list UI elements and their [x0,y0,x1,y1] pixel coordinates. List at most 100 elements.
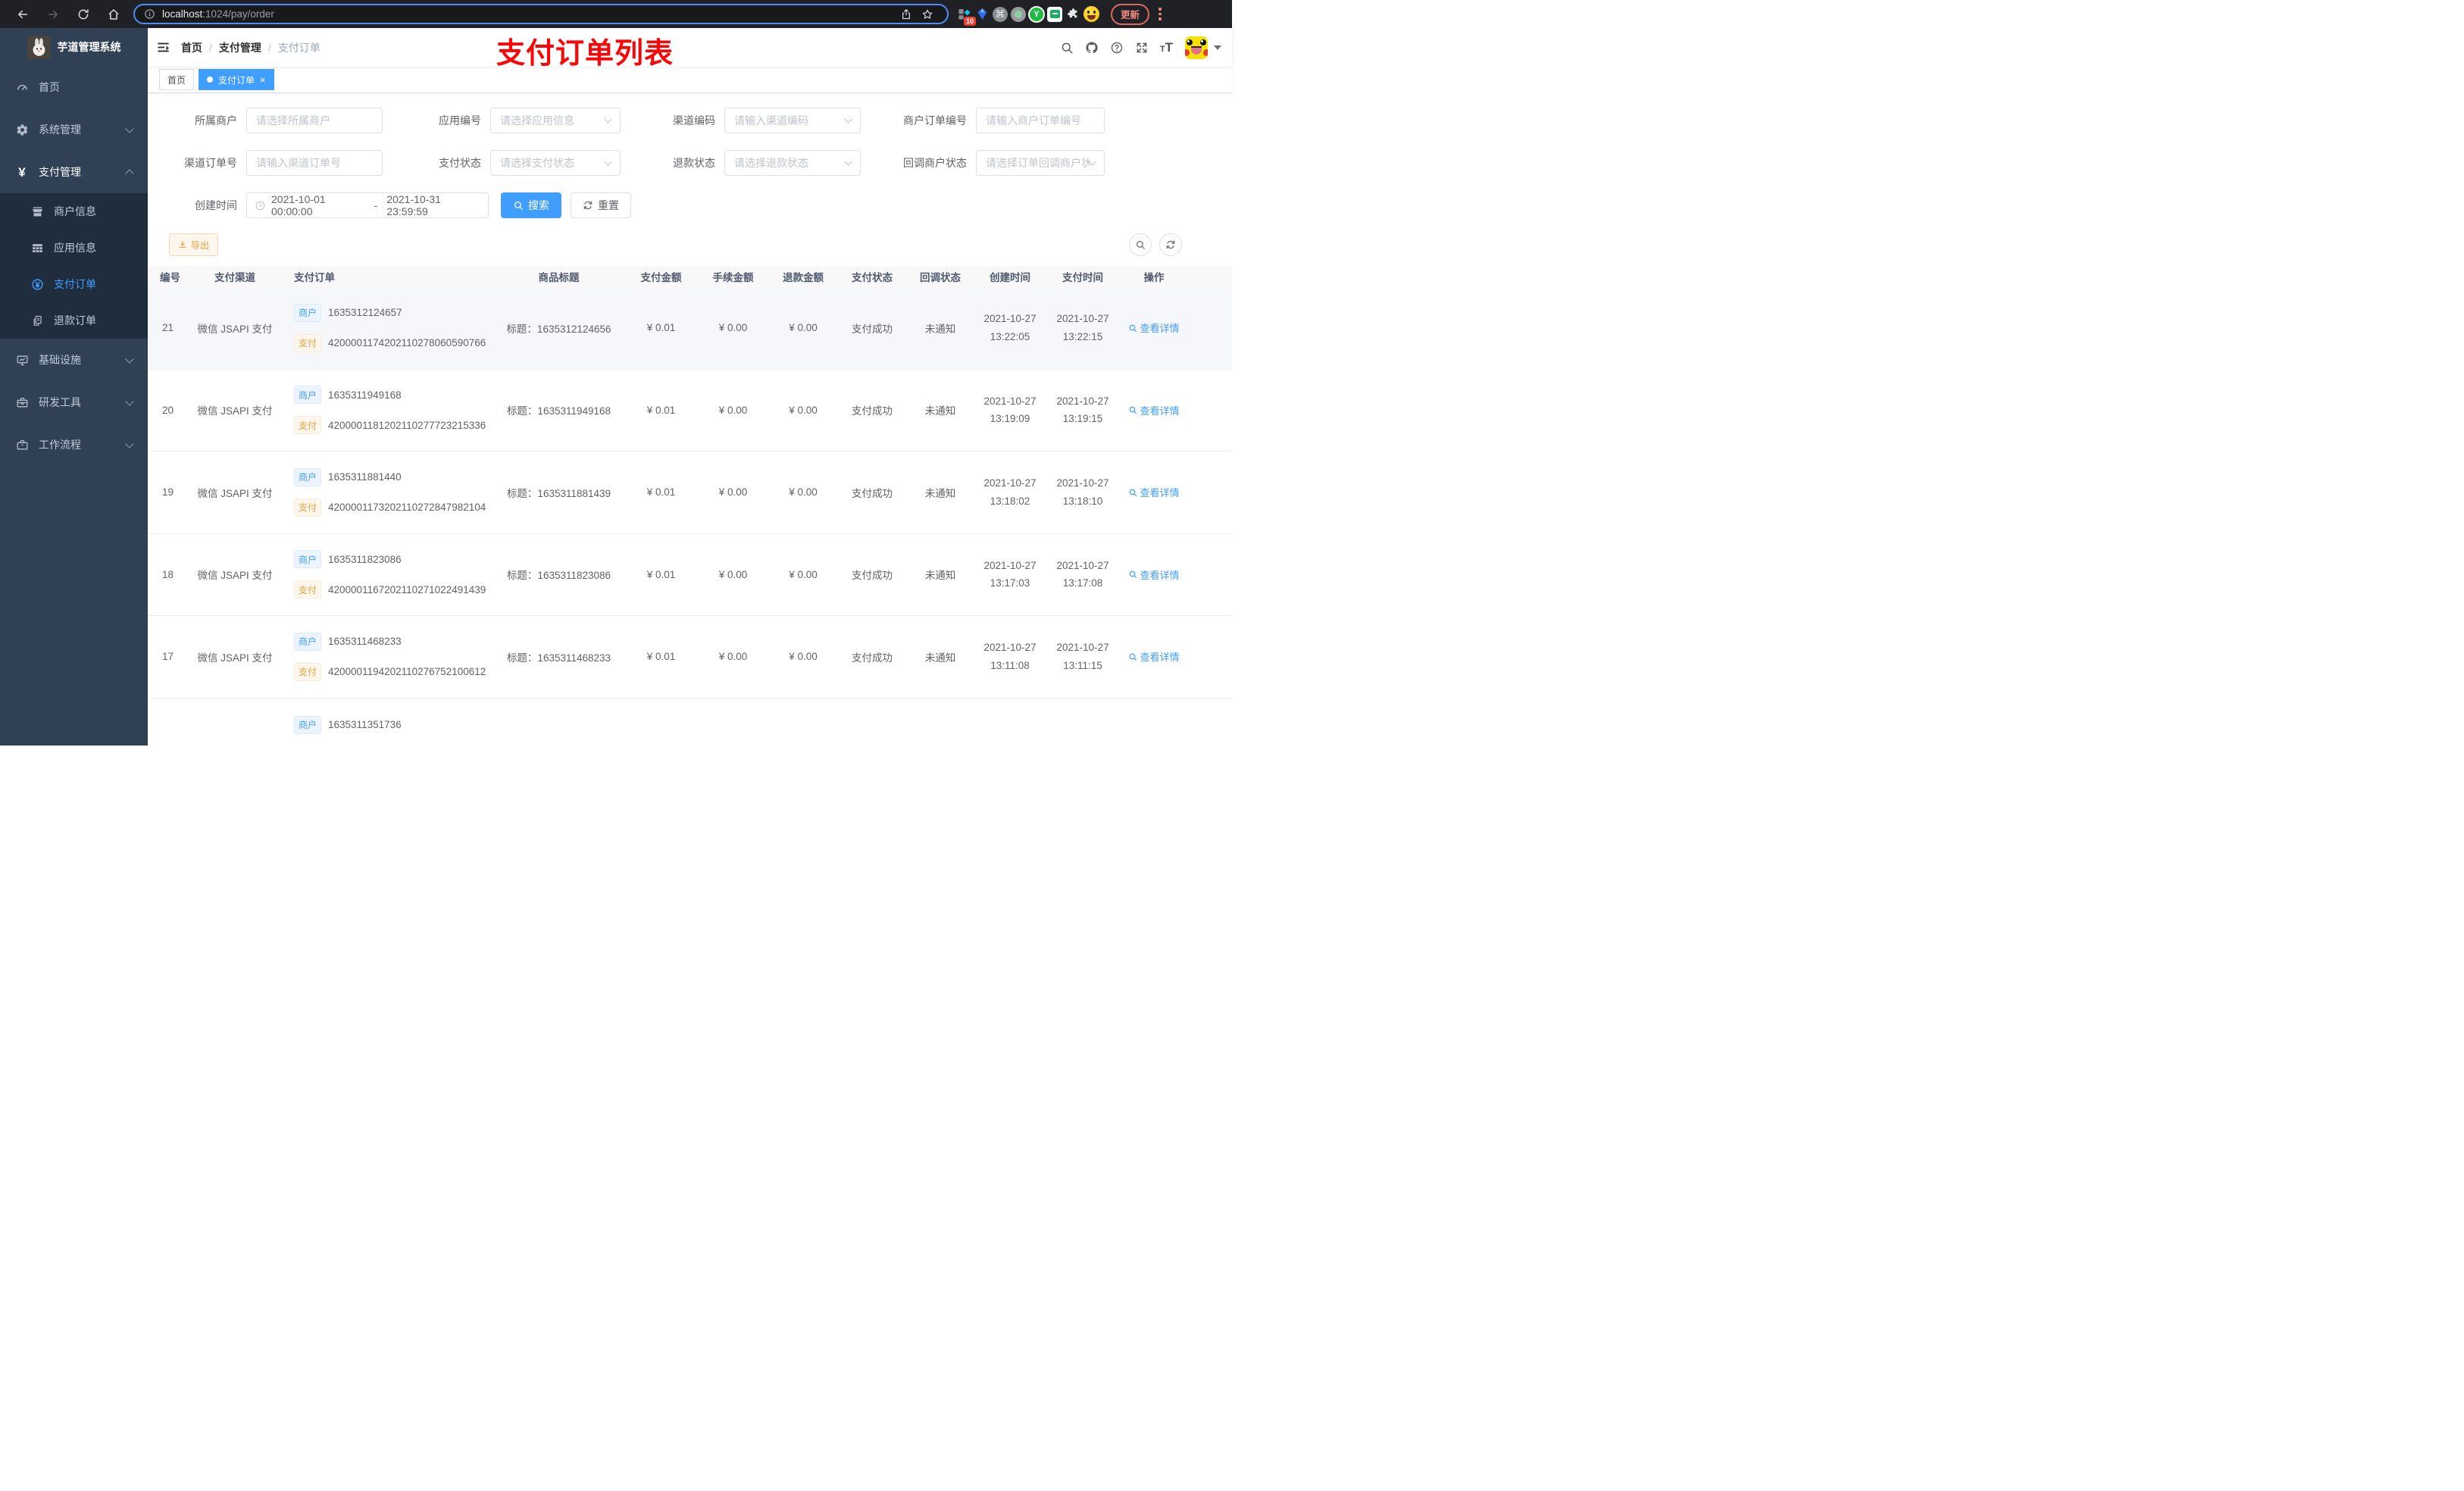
cell-status: 支付成功 [852,652,893,664]
date-start: 2021-10-01 00:00:00 [271,193,326,217]
column-header-编号: 编号 [160,272,180,283]
cell-fee [697,699,769,716]
info-icon[interactable] [144,8,155,20]
search-icon[interactable] [1054,28,1079,67]
ext-avatar-smiley-icon[interactable] [1082,5,1100,24]
filter-group: 支付状态 请选择支付状态 [398,150,621,176]
close-tab-icon[interactable]: × [260,75,266,85]
sidebar-item-商户信息[interactable]: 商户信息 [0,193,148,230]
browser-menu-icon[interactable] [1159,8,1162,20]
search-button[interactable]: 搜索 [501,192,561,218]
view-detail-link[interactable]: 查看详情 [1128,649,1180,664]
filter-select-支付状态[interactable]: 请选择支付状态 [490,150,621,176]
table-row: 17 微信 JSAPI 支付 商户 1635311468233 支付 4200001194… [148,616,1232,699]
cell-title: 标题：1635312124656 [506,323,611,335]
chevron-up-icon [125,168,134,178]
github-icon[interactable] [1079,28,1104,67]
reload-icon[interactable] [68,2,98,27]
create-time-range-input[interactable]: 2021-10-01 00:00:00 - 2021-10-31 23:59:5… [246,192,489,218]
filter-select-应用编号[interactable]: 请选择应用信息 [490,108,621,133]
pay-tag: 支付 [294,416,322,435]
ext-y-icon[interactable]: Y [1027,5,1046,24]
ext-gem-icon[interactable] [973,5,991,24]
cell-action [1119,699,1189,716]
back-icon[interactable] [8,2,38,27]
filter-input-渠道订单号[interactable]: 请输入渠道订单号 [246,150,383,176]
refresh-table-button[interactable] [1159,233,1182,256]
fullscreen-icon[interactable] [1129,28,1154,67]
clock-icon [255,201,265,210]
view-detail-link[interactable]: 查看详情 [1128,567,1180,582]
tab-home[interactable]: 首页 [159,69,195,90]
cell-notify: 未通知 [924,652,956,664]
pay-order-no: 4200001194202110276752100612 [328,666,486,678]
view-detail-link[interactable]: 查看详情 [1128,485,1180,499]
font-size-icon[interactable]: TT [1154,28,1179,67]
url-bar[interactable]: localhost:1024/pay/order [133,4,949,24]
sidebar-item-支付订单[interactable]: 支付订单 [0,266,148,302]
sidebar-item-系统管理[interactable]: 系统管理 [0,108,148,151]
merchant-tag: 商户 [294,303,322,322]
merchant-tag: 商户 [294,632,322,651]
sidebar-item-基础设施[interactable]: 基础设施 [0,339,148,381]
filter-group: 渠道订单号 请输入渠道订单号 [169,150,383,176]
page-content: 所属商户 请选择所属商户 应用编号 请选择应用信息 渠道编码 请输入渠道编码 商户订单编号请… [148,93,1232,746]
ext-chat-icon[interactable] [1046,5,1064,24]
forward-icon[interactable] [38,2,68,27]
column-header-创建时间: 创建时间 [990,272,1030,283]
ext-record-icon[interactable] [1009,5,1027,24]
export-button[interactable]: 导出 [169,233,219,256]
ext-puzzle-icon[interactable] [1064,5,1082,24]
cell-paid-time: 2021-10-27 13:18:10 [1056,477,1109,507]
cell-paid-time: 2021-10-27 13:17:08 [1056,559,1109,589]
bookmark-star-icon[interactable] [917,5,938,23]
yen-circle-icon [30,277,44,291]
sidebar-item-应用信息[interactable]: 应用信息 [0,230,148,266]
user-avatar[interactable] [1185,36,1208,59]
placeholder-text: 请输入渠道订单号 [256,157,341,169]
sidebar-item-工作流程[interactable]: 工作流程 [0,424,148,466]
cell-id: 19 [161,486,174,499]
app-logo[interactable]: 芋道管理系统 [0,28,148,66]
filter-group: 所属商户 请选择所属商户 [169,108,383,133]
pay-order-no: 4200001167202110271022491439 [328,583,486,595]
merchant-order-no: 1635311468233 [328,636,402,648]
sidebar-item-label: 应用信息 [54,242,96,254]
column-header-支付渠道: 支付渠道 [214,272,255,283]
search-button-icon [514,201,523,210]
show-search-toggle-button[interactable] [1129,233,1152,256]
sidebar-item-label: 支付管理 [39,166,81,178]
reset-button[interactable]: 重置 [571,192,631,218]
pay-tag: 支付 [294,498,322,517]
ext-tabs-icon[interactable]: 10 [955,5,976,26]
browser-chrome: localhost:1024/pay/order 10 ⌘ Y 更新 [0,0,1232,28]
url-text: localhost:1024/pay/order [162,8,274,20]
tab-pay-order[interactable]: 支付订单 × [199,69,274,90]
column-header-支付状态: 支付状态 [852,272,893,283]
sidebar-item-退款订单[interactable]: 退款订单 [0,302,148,339]
help-icon[interactable] [1104,28,1129,67]
sidebar-item-支付管理[interactable]: ¥ 支付管理 [0,151,148,193]
view-detail-link[interactable]: 查看详情 [1128,320,1180,335]
view-detail-link[interactable]: 查看详情 [1128,403,1180,417]
filter-select-回调商户状态[interactable]: 请选择订单回调商户状态 [976,150,1105,176]
sidebar-item-label: 商户信息 [54,205,96,217]
breadcrumb-home[interactable]: 首页 [181,40,202,55]
filter-input-商户订单编号[interactable]: 请输入商户订单编号 [976,108,1105,133]
sidebar-item-首页[interactable]: 首页 [0,66,148,108]
ext-command-icon[interactable]: ⌘ [991,5,1009,24]
sidebar: 芋道管理系统 首页 系统管理 ¥ 支付管理商户信息应用信息支付订单 退款订单基础设施研发… [0,28,148,746]
sidebar-item-研发工具[interactable]: 研发工具 [0,381,148,424]
breadcrumb-current: 支付订单 [277,41,321,54]
filter-select-退款状态[interactable]: 请选择退款状态 [724,150,861,176]
rabbit-logo-icon [27,35,51,59]
sidebar-collapse-icon[interactable] [148,28,178,67]
browser-update-button[interactable]: 更新 [1111,3,1150,25]
breadcrumb-pay-manage[interactable]: 支付管理 [219,40,261,55]
filter-select-渠道编码[interactable]: 请输入渠道编码 [724,108,861,133]
avatar-caret-icon[interactable] [1214,45,1221,50]
share-icon[interactable] [896,5,917,23]
filter-input-所属商户[interactable]: 请选择所属商户 [246,108,383,133]
sidebar-item-label: 基础设施 [39,354,81,366]
home-icon[interactable] [98,2,129,27]
